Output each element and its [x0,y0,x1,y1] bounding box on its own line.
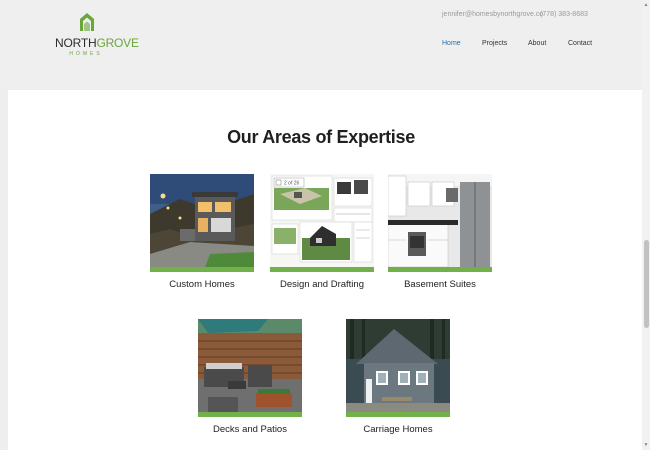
scroll-down-arrow-icon[interactable]: ▼ [643,442,649,448]
brand-name-grove: GROVE [96,36,139,50]
card-label: Design and Drafting [280,279,364,290]
nav-projects[interactable]: Projects [482,40,507,47]
site-header: NORTHGROVE HOMES jennifer@homesbynorthgr… [0,0,642,90]
brand-name-north: NORTH [55,36,97,50]
scroll-up-arrow-icon[interactable]: ▲ [643,2,649,8]
card-label: Carriage Homes [363,424,433,435]
brand-logo[interactable]: NORTHGROVE HOMES [55,12,139,58]
nav-contact[interactable]: Contact [568,40,592,47]
nav-about[interactable]: About [528,40,546,47]
card-basement-suites[interactable]: Basement Suites [388,174,492,290]
page-scrollbar[interactable] [642,0,650,450]
carriage-homes-image [346,319,450,417]
card-label: Decks and Patios [213,424,287,435]
expertise-section: Our Areas of Expertise Custom Homes 2 of… [8,90,642,450]
card-carriage-homes[interactable]: Carriage Homes [346,319,450,435]
custom-homes-image [150,174,254,272]
section-title: Our Areas of Expertise [227,127,415,147]
contact-email-link[interactable]: jennifer@homesbynorthgrove.co [442,11,543,18]
brand-tagline: HOMES [69,51,103,57]
basement-suites-image [388,174,492,272]
design-drafting-image: 2 of 26 [270,174,374,272]
card-label: Basement Suites [404,279,476,290]
card-design-drafting[interactable]: 2 of 26 Design and Drafting [270,174,374,290]
brand-name: NORTHGROVE [55,36,139,50]
card-decks-patios[interactable]: Decks and Patios [198,319,302,435]
contact-phone-link[interactable]: (778) 383-8683 [540,11,588,18]
house-logo-icon [80,13,94,31]
scrollbar-thumb[interactable] [644,240,649,328]
nav-home[interactable]: Home [442,40,461,47]
card-label: Custom Homes [169,279,235,290]
decks-patios-image [198,319,302,417]
card-custom-homes[interactable]: Custom Homes [150,174,254,290]
gallery-counter: 2 of 26 [284,181,300,187]
